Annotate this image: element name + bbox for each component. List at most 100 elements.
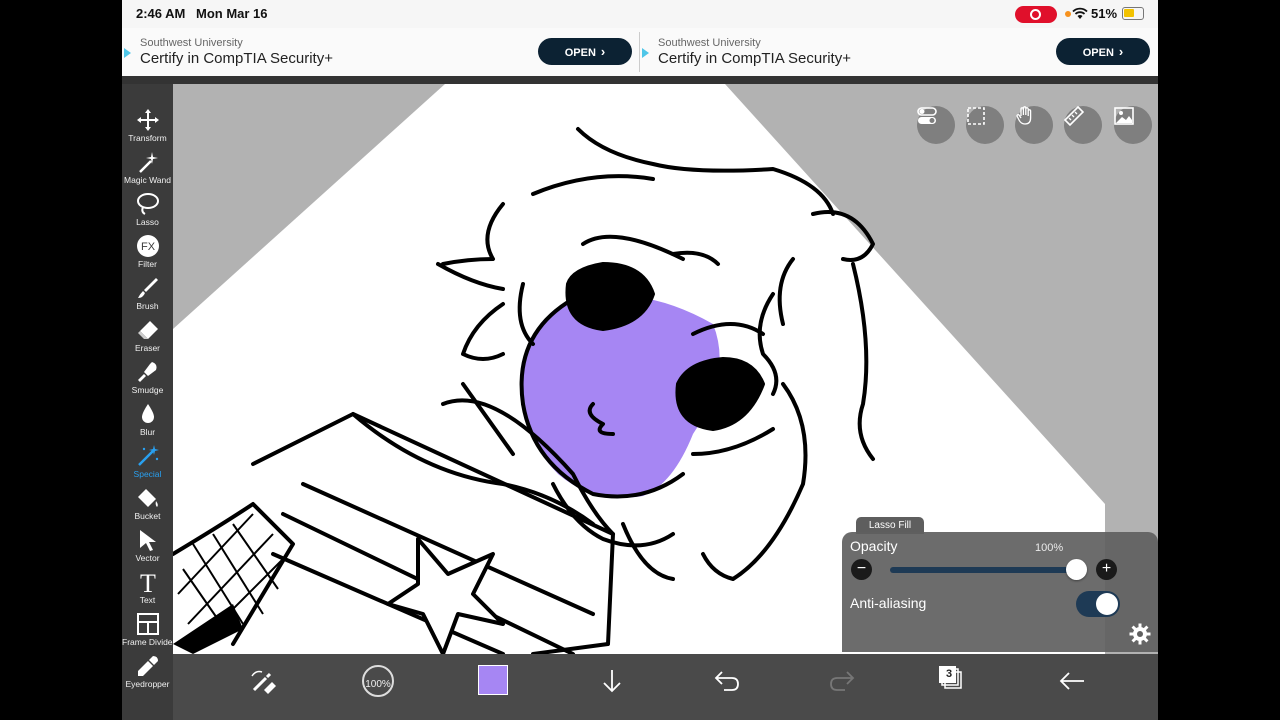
ad-choices-icon[interactable] <box>124 48 131 58</box>
color-picker-swatch[interactable] <box>478 665 508 695</box>
selection-icon <box>967 107 985 125</box>
chevron-right-icon: › <box>1118 44 1124 59</box>
ad-right[interactable]: Southwest University Certify in CompTIA … <box>640 28 1156 76</box>
frame-divider-icon <box>136 613 159 635</box>
eraser-icon <box>137 321 158 339</box>
opacity-slider[interactable] <box>890 567 1078 573</box>
lasso-fill-panel: Opacity 100% − + Anti-aliasing <box>842 532 1158 652</box>
tool-bucket[interactable]: Bucket <box>122 484 173 526</box>
download-arrow-icon[interactable] <box>595 664 629 698</box>
image-button[interactable] <box>1114 106 1152 144</box>
image-icon <box>1114 107 1134 125</box>
ipad-screen: 2:46 AM Mon Mar 16 51% Southwest Univers… <box>122 0 1158 720</box>
tool-text[interactable]: T Text <box>122 568 173 610</box>
eyedropper-icon <box>137 656 158 676</box>
battery-icon <box>1122 7 1144 20</box>
status-time: 2:46 AM <box>136 6 186 21</box>
ad-open-button[interactable]: OPEN › <box>538 38 632 65</box>
tool-label: Magic Wand <box>124 175 171 185</box>
selection-button[interactable] <box>966 106 1004 144</box>
brush-size-button[interactable]: 100% <box>362 665 394 697</box>
tool-label: Text <box>139 595 156 605</box>
tool-brush[interactable]: Brush <box>122 274 173 316</box>
text-glyph: T <box>140 570 156 594</box>
ad-headline: Certify in CompTIA Security+ <box>140 50 333 67</box>
mic-indicator-icon <box>1065 11 1071 17</box>
ad-banner: Southwest University Certify in CompTIA … <box>122 28 1158 76</box>
tool-magic-wand[interactable]: Magic Wand <box>122 148 173 190</box>
hand-icon <box>1016 106 1032 125</box>
tool-label: Blur <box>139 427 156 437</box>
tool-eraser[interactable]: Eraser <box>122 316 173 358</box>
magic-wand-icon <box>138 152 158 173</box>
battery-percent: 51% <box>1091 6 1118 21</box>
ad-headline: Certify in CompTIA Security+ <box>658 50 851 67</box>
layer-count: 3 <box>945 668 953 680</box>
bottom-toolbar: 100% 3 <box>173 654 1158 720</box>
smudge-icon <box>137 362 156 382</box>
ad-choices-icon[interactable] <box>642 48 649 58</box>
brush-icon <box>137 278 158 298</box>
brush-size-value: 100% <box>365 679 391 690</box>
gear-icon[interactable] <box>1129 623 1151 645</box>
ruler-button[interactable] <box>1064 106 1102 144</box>
ad-brand: Southwest University <box>658 37 761 49</box>
toggles-button[interactable] <box>917 106 955 144</box>
tool-eyedropper[interactable]: Eyedropper <box>122 652 173 694</box>
layers-button[interactable]: 3 <box>939 666 963 695</box>
antialiasing-toggle[interactable] <box>1076 591 1120 617</box>
bucket-icon <box>137 489 158 507</box>
tool-lasso[interactable]: Lasso <box>122 190 173 232</box>
tool-label: Eyedropper <box>125 679 170 689</box>
tool-smudge[interactable]: Smudge <box>122 358 173 400</box>
opacity-label: Opacity <box>850 538 898 554</box>
ad-open-button[interactable]: OPEN › <box>1056 38 1150 65</box>
tool-label: Smudge <box>131 385 164 395</box>
toggles-icon <box>917 107 937 124</box>
screen-recording-icon[interactable] <box>1015 6 1057 23</box>
ruler-icon <box>1064 106 1084 126</box>
status-date: Mon Mar 16 <box>196 6 268 21</box>
ad-separator <box>122 76 1158 84</box>
antialiasing-label: Anti-aliasing <box>850 595 927 611</box>
text-icon: T <box>140 570 156 594</box>
special-wand-icon <box>137 445 159 466</box>
ad-brand: Southwest University <box>140 37 243 49</box>
tool-label: Special <box>133 469 162 479</box>
move-arrows-icon <box>136 109 159 131</box>
opacity-slider-knob[interactable] <box>1065 559 1087 580</box>
blur-drop-icon <box>141 404 154 423</box>
back-arrow-icon[interactable] <box>1055 664 1089 698</box>
fx-glyph: FX <box>140 241 155 253</box>
tool-label: Bucket <box>134 511 161 521</box>
tool-label: Brush <box>136 301 159 311</box>
tool-special[interactable]: Special <box>122 442 173 484</box>
tool-frame-divider[interactable]: Frame Divider <box>122 610 176 652</box>
redo-icon[interactable] <box>825 664 859 698</box>
ad-open-label: OPEN <box>564 47 596 59</box>
tool-label: Filter <box>138 259 157 269</box>
ad-open-label: OPEN <box>1082 47 1114 59</box>
tool-blur[interactable]: Blur <box>122 400 173 442</box>
tool-label: Eraser <box>134 343 161 353</box>
opacity-plus-button[interactable]: + <box>1096 559 1117 580</box>
tool-label: Lasso <box>136 217 159 227</box>
vector-pointer-icon <box>139 530 156 551</box>
tool-label: Transform <box>128 133 167 143</box>
opacity-minus-button[interactable]: − <box>851 559 872 580</box>
tool-filter[interactable]: FX Filter <box>122 232 173 274</box>
tool-label: Frame Divider <box>122 637 176 647</box>
chevron-right-icon: › <box>600 44 606 59</box>
undo-icon[interactable] <box>710 664 744 698</box>
tool-vector[interactable]: Vector <box>122 526 173 568</box>
tool-label: Vector <box>135 553 160 563</box>
lasso-icon <box>136 193 159 215</box>
tool-transform[interactable]: Transform <box>122 106 173 148</box>
wifi-icon <box>1072 7 1088 19</box>
tool-palette: Transform Magic Wand Lasso FX Filter Bru… <box>122 84 176 720</box>
fx-icon: FX <box>136 235 159 257</box>
hand-button[interactable] <box>1015 106 1053 144</box>
status-bar: 2:46 AM Mon Mar 16 51% <box>122 0 1158 28</box>
brush-eraser-switch-icon[interactable] <box>246 664 280 698</box>
ad-left[interactable]: Southwest University Certify in CompTIA … <box>122 28 638 76</box>
